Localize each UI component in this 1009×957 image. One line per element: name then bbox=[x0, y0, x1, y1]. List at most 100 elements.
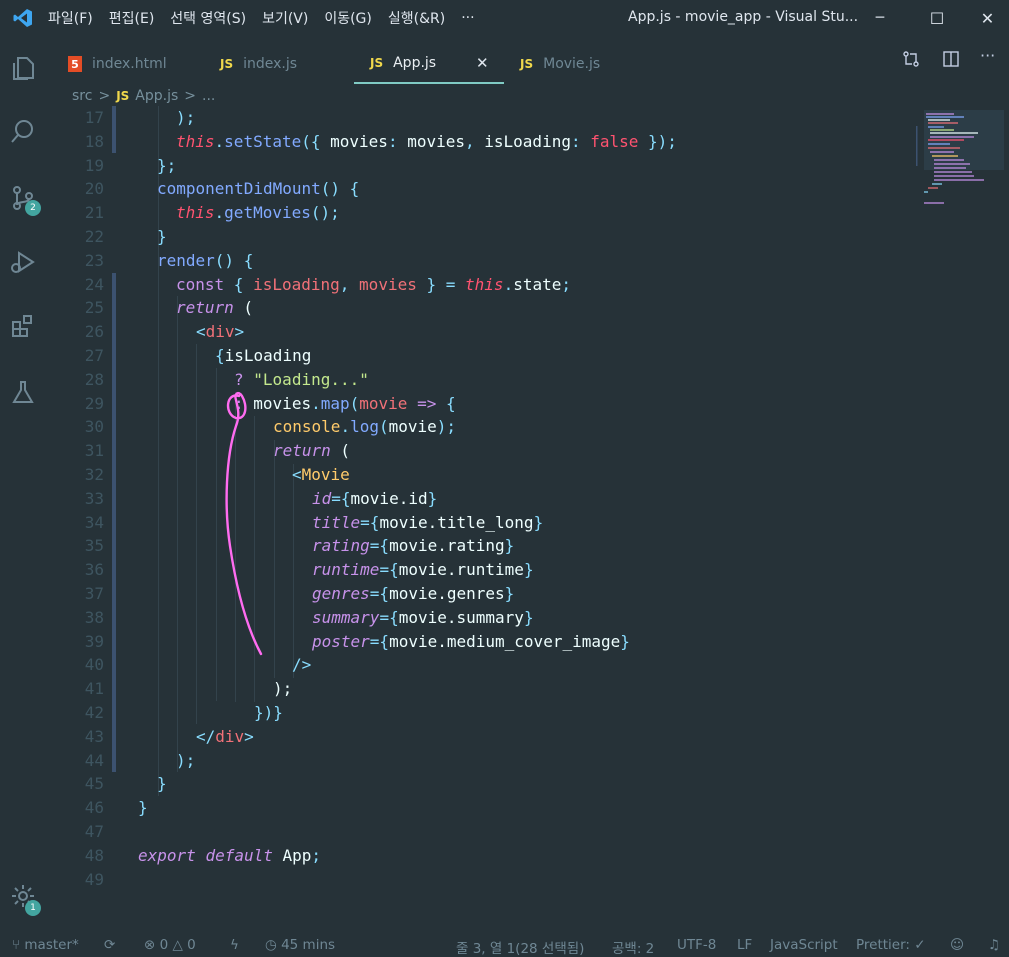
menu-run[interactable]: 실행(&R) bbox=[388, 8, 445, 28]
javascript-icon: JS bbox=[370, 56, 384, 70]
line-number: 47 bbox=[84, 822, 104, 841]
token: < bbox=[196, 322, 206, 342]
token: isLoading bbox=[484, 131, 571, 151]
lightning-button[interactable]: ϟ bbox=[230, 937, 239, 953]
token: title bbox=[312, 512, 361, 532]
token: movie.title_long bbox=[379, 512, 534, 532]
close-icon: ✕ bbox=[980, 8, 995, 28]
line-ending[interactable]: LF bbox=[737, 937, 752, 953]
tab-app-js[interactable]: JS App.js ✕ bbox=[354, 44, 504, 84]
testing-button[interactable] bbox=[0, 368, 46, 416]
code-line: 37 genres={movie.genres} bbox=[46, 582, 906, 606]
run-debug-button[interactable] bbox=[0, 238, 46, 286]
token: return bbox=[176, 298, 234, 318]
split-editor-button[interactable] bbox=[942, 50, 960, 72]
minimize-button[interactable]: ─ bbox=[852, 0, 908, 36]
menu-selection[interactable]: 선택 영역(S) bbox=[170, 8, 246, 28]
git-branch-icon: ⑂ bbox=[12, 937, 25, 953]
token: ); bbox=[176, 108, 196, 127]
settings-button[interactable]: 1 bbox=[0, 872, 46, 920]
cursor-position[interactable]: 줄 3, 열 1(28 선택됨) bbox=[456, 937, 584, 957]
token: ; bbox=[561, 274, 572, 294]
chevron-right-icon: > bbox=[184, 88, 197, 104]
token: ={ bbox=[369, 584, 390, 603]
compare-changes-icon bbox=[903, 51, 919, 67]
code-line: 45} bbox=[46, 772, 906, 796]
time-tracker[interactable]: ◷ 45 mins bbox=[265, 937, 335, 953]
breadcrumb-folder[interactable]: src bbox=[72, 88, 92, 104]
branch-indicator[interactable]: ⑂ master* bbox=[12, 937, 79, 953]
breadcrumb-symbol[interactable]: ... bbox=[202, 88, 215, 104]
token: , bbox=[465, 131, 485, 151]
line-number: 46 bbox=[84, 798, 104, 818]
token: } bbox=[523, 607, 534, 627]
tab-label: index.js bbox=[243, 56, 298, 72]
indentation[interactable]: 공백: 2 bbox=[612, 937, 654, 957]
maximize-button[interactable]: ☐ bbox=[909, 0, 965, 36]
minimap[interactable] bbox=[914, 106, 1004, 216]
source-control-button[interactable]: 2 bbox=[0, 174, 46, 222]
notifications-button[interactable]: ♫ bbox=[988, 937, 1000, 953]
menu-file[interactable]: 파일(F) bbox=[48, 8, 93, 28]
token: poster bbox=[312, 631, 370, 651]
code-editor[interactable]: 17); 18 this.setState({ movies: movies, i… bbox=[46, 106, 910, 935]
code-line: 33 id={movie.id} bbox=[46, 487, 906, 511]
prettier-status[interactable]: Prettier: ✓ bbox=[856, 937, 926, 953]
problems-indicator[interactable]: ⊗ 0 △ 0 bbox=[144, 937, 196, 953]
sync-button[interactable]: ⟳ bbox=[104, 937, 115, 953]
tab-index-html[interactable]: 5 index.html bbox=[68, 44, 167, 84]
extensions-button[interactable] bbox=[0, 302, 46, 350]
menu-more[interactable]: ··· bbox=[461, 10, 474, 26]
menu-edit[interactable]: 편집(E) bbox=[109, 8, 155, 28]
more-actions-button[interactable]: ··· bbox=[980, 46, 995, 65]
line-number: 35 bbox=[84, 536, 104, 556]
line-number: 34 bbox=[84, 512, 104, 532]
token: movie.genres bbox=[389, 584, 505, 603]
token: movies bbox=[407, 131, 465, 151]
code-line: 42})} bbox=[46, 701, 906, 725]
warning-count: 0 bbox=[187, 937, 196, 953]
tab-movie-js[interactable]: JS Movie.js bbox=[520, 44, 600, 84]
javascript-icon: JS bbox=[220, 57, 234, 71]
feedback-button[interactable]: ☺ bbox=[950, 937, 964, 953]
token: }; bbox=[157, 155, 177, 175]
close-window-button[interactable]: ✕ bbox=[966, 0, 1009, 36]
open-changes-button[interactable] bbox=[902, 50, 920, 72]
token: { bbox=[445, 393, 456, 413]
token: } bbox=[620, 631, 630, 651]
run-debug-icon bbox=[11, 251, 35, 273]
line-number: 45 bbox=[84, 774, 104, 794]
html5-icon: 5 bbox=[68, 56, 82, 72]
token: . bbox=[214, 131, 225, 151]
token: </ bbox=[196, 726, 216, 746]
line-number: 49 bbox=[84, 869, 104, 889]
code-line: 27 {isLoading bbox=[46, 344, 906, 368]
menu-view[interactable]: 보기(V) bbox=[262, 8, 308, 28]
line-number: 17 bbox=[84, 108, 104, 127]
code-line: 31 return ( bbox=[46, 439, 906, 463]
tab-close-icon[interactable]: ✕ bbox=[476, 54, 489, 72]
token: => bbox=[407, 393, 446, 413]
token: summary bbox=[312, 607, 380, 627]
token: movies bbox=[359, 274, 417, 294]
menu-bar: 파일(F) 편집(E) 선택 영역(S) 보기(V) 이동(G) 실행(&R) … bbox=[48, 8, 491, 28]
search-button[interactable] bbox=[0, 108, 46, 156]
token: log bbox=[350, 417, 379, 437]
encoding[interactable]: UTF-8 bbox=[677, 937, 716, 953]
code-line: 46} bbox=[46, 796, 906, 820]
window-title: App.js - movie_app - Visual Stu... bbox=[628, 9, 859, 25]
breadcrumb-file[interactable]: App.js bbox=[135, 88, 178, 104]
token: this bbox=[176, 203, 215, 223]
tab-index-js[interactable]: JS index.js bbox=[220, 44, 297, 84]
tab-label: App.js bbox=[393, 55, 437, 71]
token: map bbox=[320, 393, 350, 413]
code-line: 49 bbox=[46, 868, 906, 892]
language-mode[interactable]: JavaScript bbox=[770, 937, 838, 953]
branch-name: master* bbox=[24, 937, 79, 953]
token: () { bbox=[214, 250, 254, 270]
explorer-button[interactable] bbox=[0, 44, 46, 92]
menu-go[interactable]: 이동(G) bbox=[324, 8, 372, 28]
code-line: 40 /> bbox=[46, 653, 906, 677]
javascript-icon: JS bbox=[116, 89, 130, 103]
